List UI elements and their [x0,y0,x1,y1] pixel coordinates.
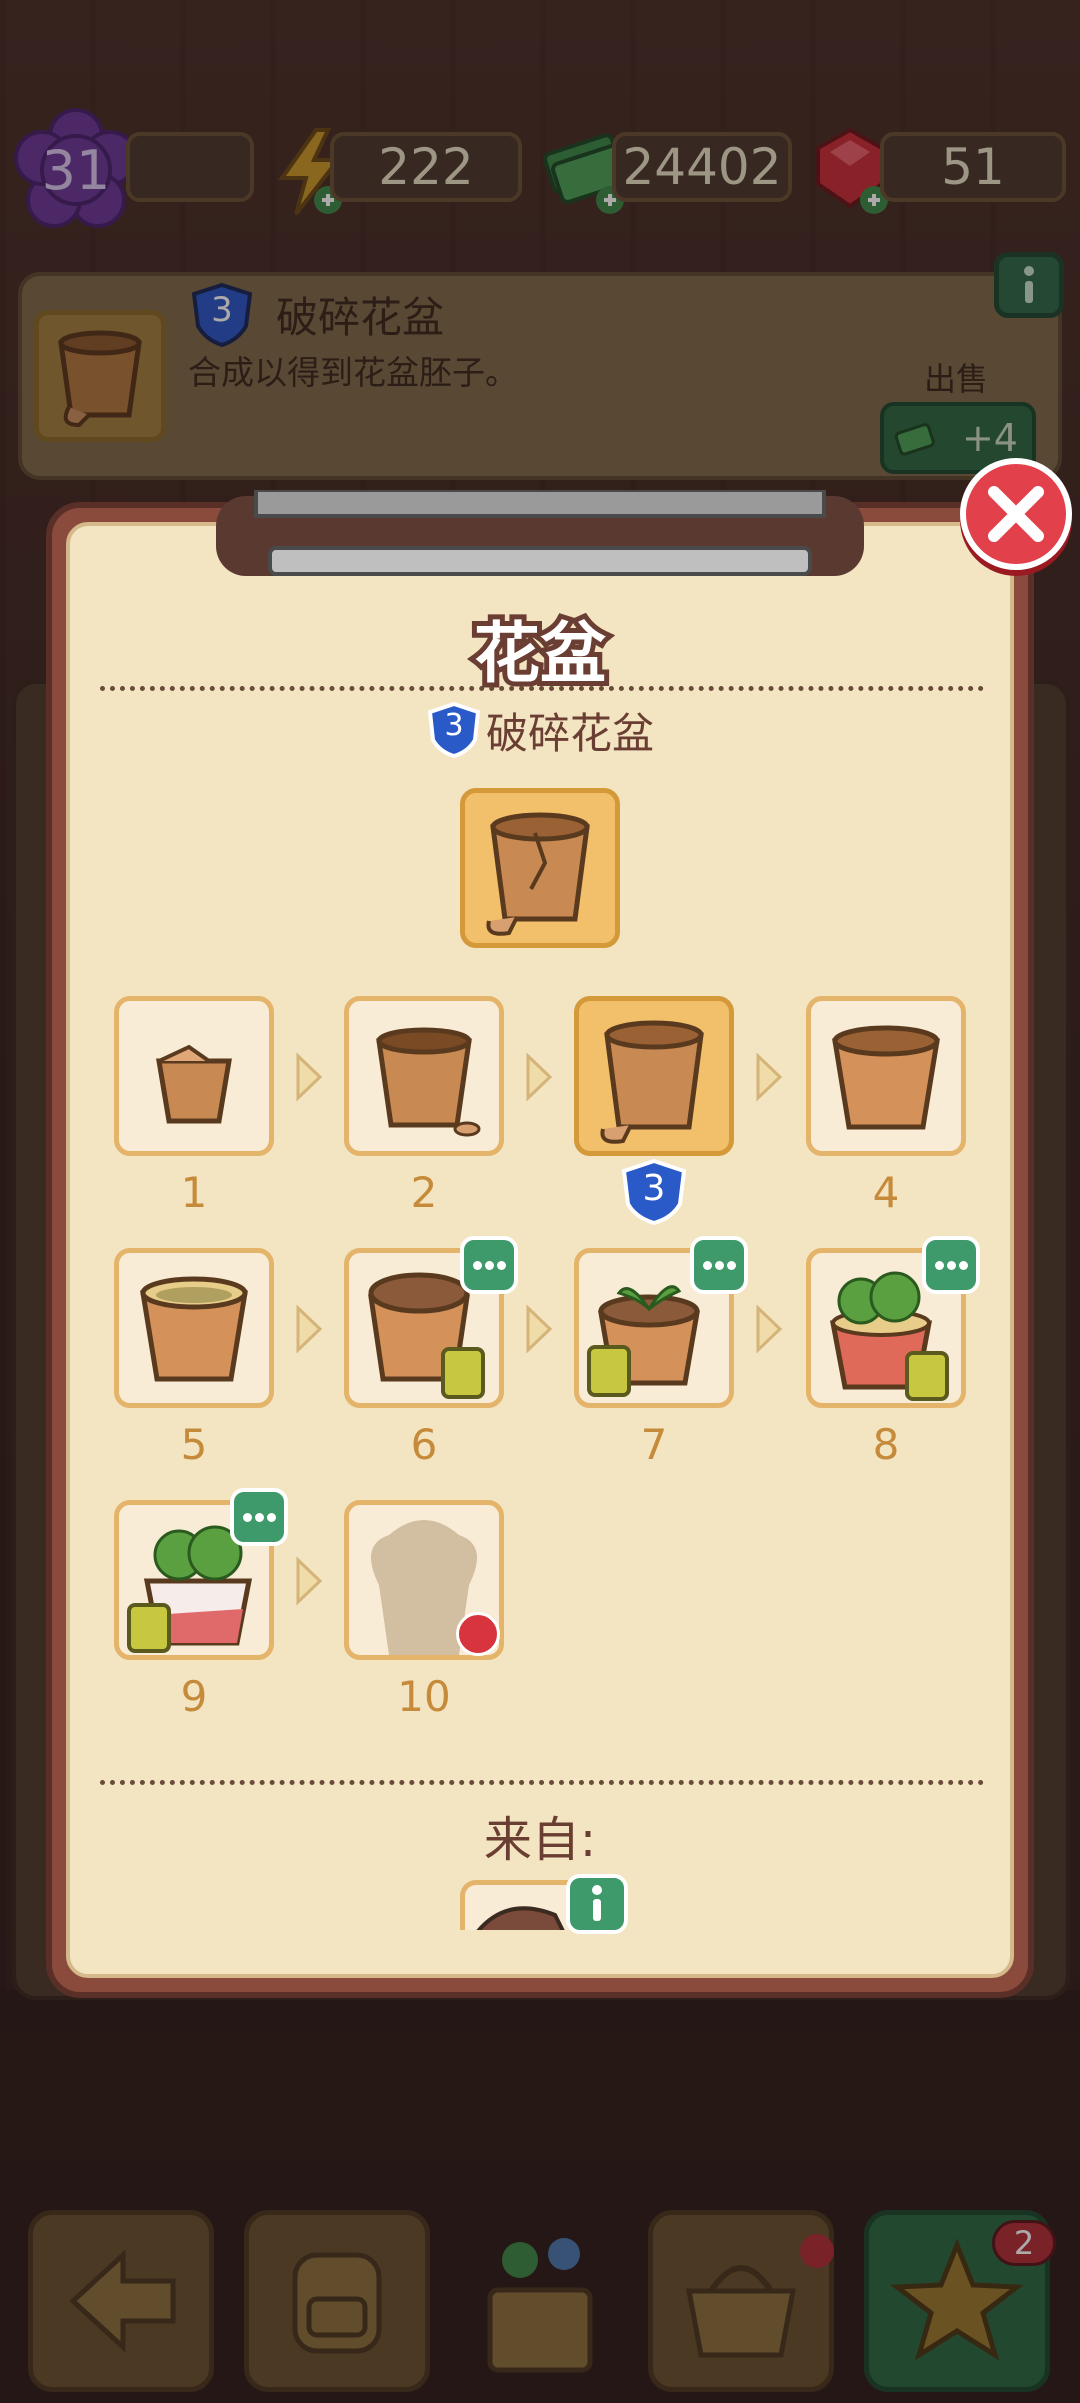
source-label: 来自: [483,1812,597,1868]
current-tier-number: 3 [444,708,464,743]
chain-level-label: 8 [872,1420,900,1469]
chain-level-label: 1 [180,1168,208,1217]
chain-arrow-icon [524,1304,554,1354]
chain-level-label: 10 [397,1672,451,1721]
current-item-name: 破碎花盆 [486,709,655,758]
more-options-icon[interactable] [690,1236,748,1294]
clipboard-clip [216,490,864,576]
flower-pot-icon [600,1020,704,1144]
broken-pot-icon [486,812,590,936]
close-button[interactable] [960,458,1072,570]
divider-bottom [100,1780,984,1785]
chain-level-label: 2 [410,1168,438,1217]
more-options-icon[interactable] [460,1236,518,1294]
current-tier-marker-number: 3 [642,1168,666,1209]
chain-arrow-icon [294,1556,324,1606]
close-icon [988,486,1044,542]
chain-arrow-icon [294,1304,324,1354]
chain-item-5[interactable] [114,1248,274,1408]
flower-pot-icon [140,1276,248,1382]
chain-level-label: 4 [872,1168,900,1217]
flower-pot-icon [156,1044,232,1124]
flower-pot-icon [832,1025,940,1130]
current-item-preview [460,788,620,948]
chain-item-4[interactable] [806,996,966,1156]
chain-arrow-icon [754,1052,784,1102]
crown-lock-icon [456,1612,500,1656]
chain-arrow-icon [294,1052,324,1102]
chain-level-label: 6 [410,1420,438,1469]
chain-level-label: 5 [180,1420,208,1469]
chain-level-label: 9 [180,1672,208,1721]
info-icon [592,1885,602,1921]
chain-arrow-icon [524,1052,554,1102]
chain-item-3[interactable] [574,996,734,1156]
more-options-icon[interactable] [922,1236,980,1294]
chain-item-2[interactable] [344,996,504,1156]
current-tier-marker: 3 [620,1158,688,1226]
more-options-icon[interactable] [230,1488,288,1546]
modal-title: 花盆 [469,610,611,697]
divider-top [100,686,984,691]
source-info-button[interactable] [566,1874,628,1934]
chain-item-1[interactable] [114,996,274,1156]
chain-level-label: 7 [640,1420,668,1469]
flower-pot-icon [376,1027,481,1137]
chain-arrow-icon [754,1304,784,1354]
